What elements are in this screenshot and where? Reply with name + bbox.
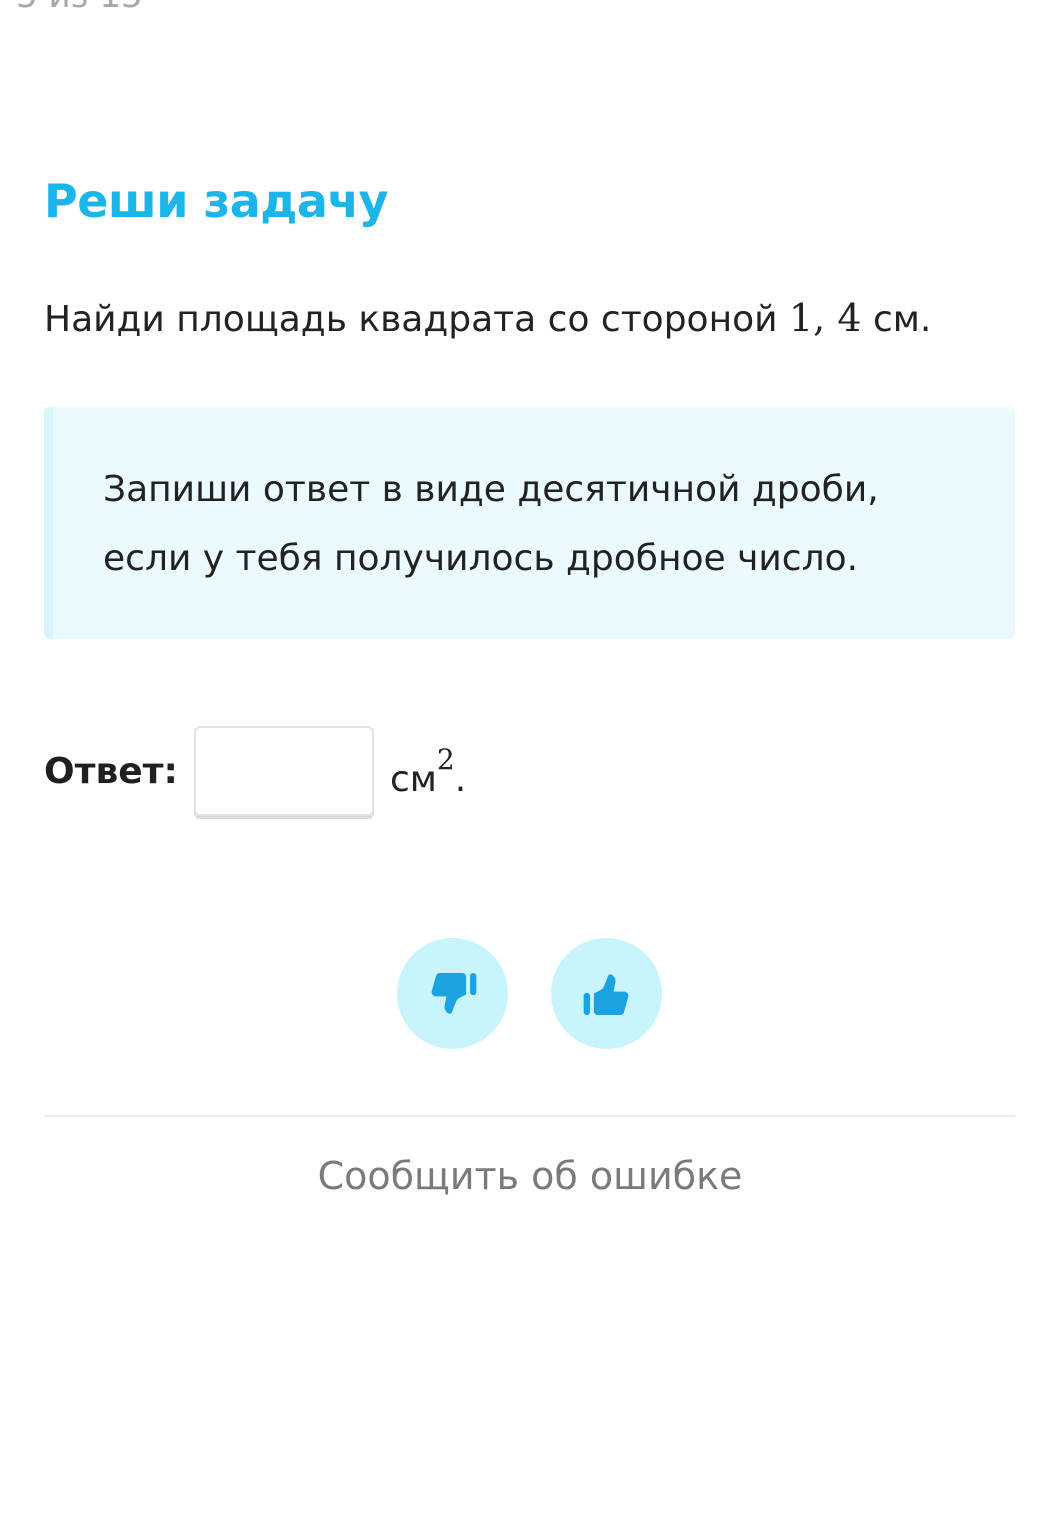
task-title: Реши задачу	[44, 174, 389, 228]
answer-input[interactable]	[193, 726, 374, 816]
like-button[interactable]	[551, 938, 662, 1049]
thumbs-up-icon	[583, 973, 628, 1015]
hint-box: Запиши ответ в виде десятичной дроби, ес…	[44, 407, 1015, 639]
thumbs-down-icon	[431, 972, 476, 1014]
task-side-length: 1, 4	[788, 296, 862, 340]
hint-line-1: Запиши ответ в виде десятичной дроби,	[103, 469, 879, 510]
divider	[44, 1115, 1015, 1117]
answer-unit: см2.	[390, 743, 466, 800]
report-error-link[interactable]: Сообщить об ошибке	[0, 1154, 1060, 1198]
answer-unit-exponent: 2	[436, 742, 455, 776]
progress-counter: 5 из 15	[16, 0, 143, 16]
dislike-button[interactable]	[397, 938, 508, 1049]
hint-line-2: если у тебя получилось дробное число.	[103, 538, 859, 579]
task-statement-text: Найди площадь квадрата со стороной	[44, 299, 789, 340]
task-statement-unit: см.	[861, 299, 932, 340]
answer-row: Ответ: см2.	[44, 725, 466, 817]
task-page: 5 из 15 Реши задачу Найди площадь квадра…	[0, 0, 1060, 1525]
answer-label: Ответ:	[44, 750, 178, 792]
task-statement: Найди площадь квадрата со стороной 1, 4 …	[44, 296, 931, 340]
answer-unit-text: см	[389, 758, 437, 800]
hint-text: Запиши ответ в виде десятичной дроби, ес…	[103, 455, 879, 593]
answer-unit-suffix: .	[454, 758, 467, 800]
